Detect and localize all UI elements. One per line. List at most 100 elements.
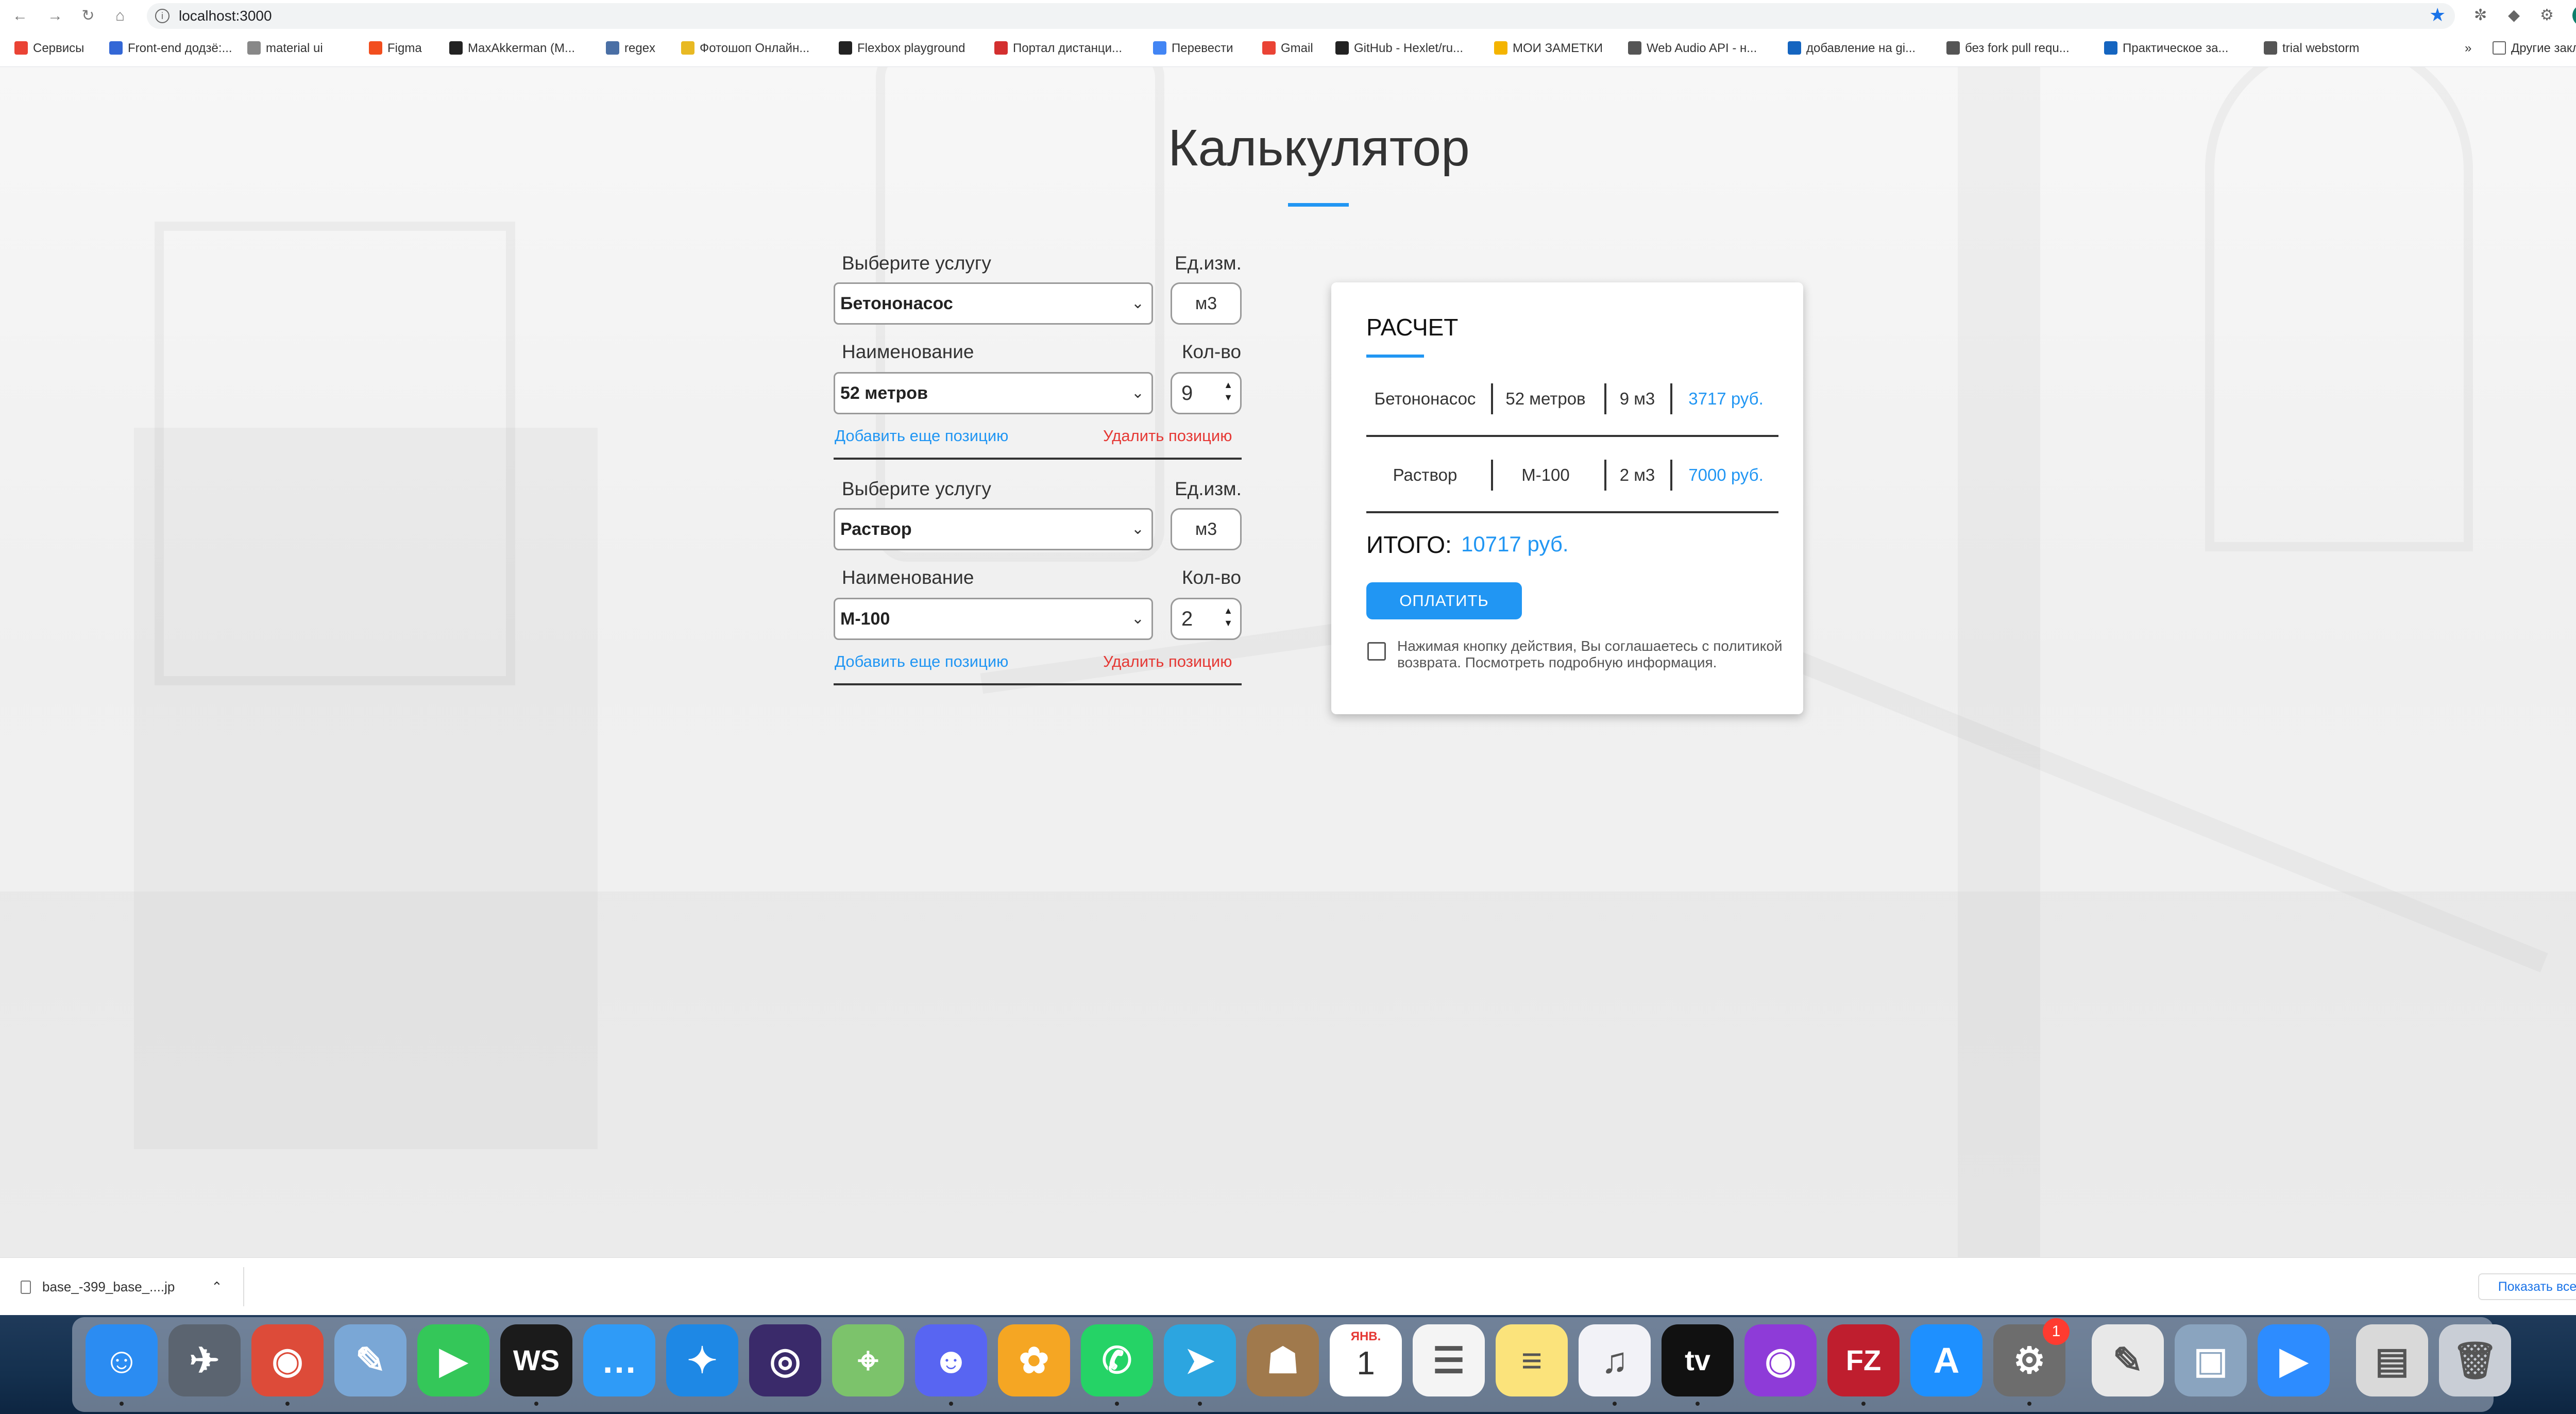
bookmark-item[interactable]: Портал дистанци... [994,40,1122,57]
bookmark-item[interactable]: Сервисы [14,40,84,57]
unit-field[interactable]: м3 [1171,282,1242,325]
add-position-link[interactable]: Добавить еще позицию [835,652,1008,671]
row-separator [1491,460,1493,491]
pay-button[interactable]: ОПЛАТИТЬ [1366,582,1522,619]
bookmark-item[interactable]: regex [606,40,655,57]
finder-icon[interactable]: ☺ [86,1324,158,1396]
bookmark-item[interactable]: добавление на gi... [1788,40,1916,57]
globe-icon [1628,41,1641,55]
add-position-link[interactable]: Добавить еще позицию [835,427,1008,445]
chevron-up-icon[interactable]: ⌃ [211,1272,223,1301]
photos-icon[interactable]: ✿ [998,1324,1070,1396]
reload-icon[interactable]: ↻ [77,5,99,27]
bookmark-item[interactable]: Перевести [1153,40,1233,57]
service-select-value: Бетононасос [840,294,953,313]
bookmark-item[interactable]: Figma [369,40,422,57]
textedit-icon[interactable]: ✎ [2092,1324,2164,1396]
name-select[interactable]: М-100 ⌄ [834,598,1153,640]
preview-icon[interactable]: ✎ [334,1324,406,1396]
webstorm-icon[interactable]: WS [500,1324,572,1396]
notes-icon[interactable]: ≡ [1496,1324,1568,1396]
macos-dock: ☺ ✈ ◉ ✎ ▶ WS… ✦ ◎ ⌖ ☻ ✿ ✆ ➤ ☗ ЯНВ. 1 ☰ ≡ ♫ tv ◉ FZ A ⚙ 1 ✎ ▣ ▶ ▤ 🗑 [72,1317,2511,1412]
filezilla-icon[interactable]: FZ [1827,1324,1900,1396]
bookmark-item[interactable]: Flexbox playground [839,40,965,57]
forward-icon[interactable]: → [44,5,66,27]
name-select[interactable]: 52 метров ⌄ [834,372,1153,414]
home-icon[interactable]: ⌂ [109,5,131,27]
music-icon[interactable]: ♫ [1579,1324,1651,1396]
zoom-icon[interactable]: ▶ [2258,1324,2330,1396]
service-select[interactable]: Раствор ⌄ [834,508,1153,550]
agreement-checkbox[interactable] [1367,642,1386,661]
launchpad-icon[interactable]: ✈ [168,1324,241,1396]
extension-gem-icon[interactable]: ◆ [2508,6,2520,24]
unit-field[interactable]: м3 [1171,508,1242,550]
download-item[interactable]: base_-399_base_....jp ⌃ [21,1272,242,1301]
calendar-month: ЯНВ. [1350,1329,1381,1343]
bookmark-item[interactable]: MaxAkkerman (M... [449,40,575,57]
extension-icon[interactable]: ✼ [2474,6,2487,24]
bookmark-label: Перевести [1172,41,1233,55]
remove-position-link[interactable]: Удалить позицию [1103,652,1232,671]
name-select-value: 52 метров [840,383,928,403]
bookmark-label: Web Audio API - н... [1647,41,1757,55]
maps-icon[interactable]: ⌖ [832,1324,904,1396]
bookmark-item[interactable]: Front-end додзё:... [109,40,232,57]
stepper-arrows-icon[interactable]: ▲ ▼ [1224,604,1233,629]
site-info-icon[interactable]: i [155,9,170,23]
reminders-icon[interactable]: ☰ [1413,1324,1485,1396]
show-all-button[interactable]: Показать все [2478,1273,2576,1300]
image-capture-icon[interactable]: ▣ [2175,1324,2247,1396]
bookmark-item[interactable]: Фотошоп Онлайн... [681,40,809,57]
stepper-arrows-icon[interactable]: ▲ ▼ [1224,379,1233,403]
chrome-icon[interactable]: ◉ [251,1324,324,1396]
service-select[interactable]: Бетононасос ⌄ [834,282,1153,325]
running-indicator [949,1402,953,1406]
bookmark-label: MaxAkkerman (M... [468,41,575,55]
extensions-puzzle-icon[interactable]: ⚙ [2540,6,2554,24]
calendar-icon[interactable]: ЯНВ. 1 [1330,1324,1402,1396]
whatsapp-icon[interactable]: ✆ [1081,1324,1153,1396]
bookmark-item[interactable]: МОИ ЗАМЕТКИ [1494,40,1603,57]
flexbox-icon [839,41,852,55]
unit-label: Ед.изм. [1175,478,1242,499]
appstore-icon[interactable]: A [1910,1324,1982,1396]
discord-icon[interactable]: ☻ [915,1324,987,1396]
siri-icon[interactable]: ◎ [749,1324,821,1396]
bookmark-item[interactable]: Gmail [1262,40,1313,57]
facetime-icon[interactable]: ▶ [417,1324,489,1396]
trash-icon[interactable]: 🗑 [2439,1324,2511,1396]
address-row: ← → ↻ ⌂ i localhost:3000 ★ ✼ ◆ ⚙ A ⋮ [0,0,2576,32]
contacts-icon[interactable]: ☗ [1247,1324,1319,1396]
back-icon[interactable]: ← [9,5,31,27]
service-select-value: Раствор [840,519,912,539]
safari-icon[interactable]: ✦ [666,1324,738,1396]
bookmark-item[interactable]: material ui [247,40,323,57]
bookmark-item[interactable]: GitHub - Hexlet/ru... [1335,40,1463,57]
name-label: Наименование [842,341,974,362]
podcasts-icon[interactable]: ◉ [1744,1324,1817,1396]
bookmark-star-icon[interactable]: ★ [2429,4,2446,26]
messages-icon[interactable]: … [583,1324,655,1396]
qty-stepper[interactable]: 2 ▲ ▼ [1171,598,1242,640]
row-separator [1491,383,1493,414]
appletv-icon[interactable]: tv [1662,1324,1734,1396]
file-icon[interactable]: ▤ [2356,1324,2428,1396]
bookmark-item[interactable]: Практическое за... [2104,40,2228,57]
bookmark-item[interactable]: без fork pull requ... [1946,40,2070,57]
more-bookmarks-button[interactable]: » [2465,40,2471,57]
remove-position-link[interactable]: Удалить позицию [1103,427,1232,445]
bookmark-label: Figma [387,41,422,55]
bookmark-item[interactable]: trial webstorm [2264,40,2359,57]
group-divider [834,458,1242,460]
row-name: 52 метров [1505,389,1586,408]
bookmark-item[interactable]: Web Audio API - н... [1628,40,1757,57]
bookmark-label: material ui [266,41,323,55]
qty-stepper[interactable]: 9 ▲ ▼ [1171,372,1242,414]
telegram-icon[interactable]: ➤ [1164,1324,1236,1396]
other-bookmarks-folder[interactable]: Другие закладки [2493,40,2576,57]
url-text[interactable]: localhost:3000 [179,8,272,24]
profile-avatar[interactable]: A [2572,5,2576,26]
address-bar[interactable]: i localhost:3000 [147,3,2455,29]
row-divider [1366,435,1778,437]
